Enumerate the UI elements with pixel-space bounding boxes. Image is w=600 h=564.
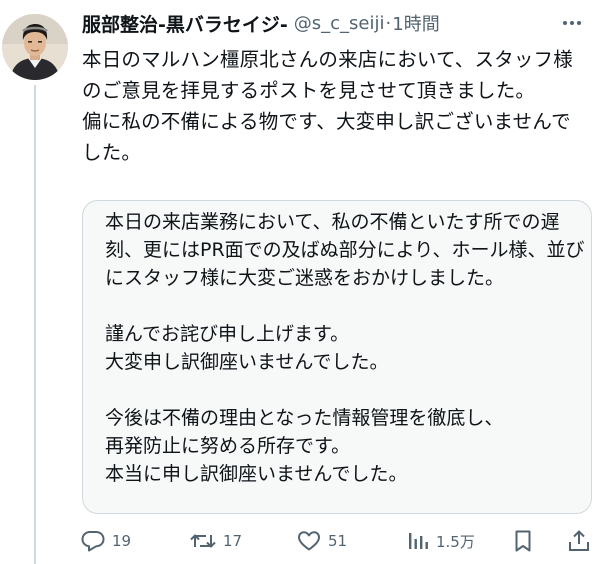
tweet-paragraph: 本日のマルハン橿原北さんの来店において、スタッフ様のご意見を拝見するポストを見さ…: [82, 48, 573, 102]
quote-text: 本日の来店業務において、私の不備といたす所での遅刻、更にはPR面での及ばぬ部分に…: [105, 208, 585, 488]
repost-icon: [190, 534, 216, 548]
bookmark-icon: [515, 530, 531, 552]
quote-line: 本日の来店業務において、私の不備といたす所での遅刻、更にはPR面での及ばぬ部分に…: [105, 211, 585, 289]
tweet-text: 本日のマルハン橿原北さんの来店において、スタッフ様のご意見を拝見するポストを見さ…: [82, 44, 590, 168]
views-icon: [409, 533, 428, 549]
action-bar: 19 17 51 1.5万: [80, 526, 592, 556]
reply-button[interactable]: 19: [80, 526, 131, 556]
view-count: 1.5万: [436, 532, 475, 551]
timestamp[interactable]: 1時間: [392, 10, 439, 36]
display-name[interactable]: 服部整治-黒バラセイジ-: [82, 10, 288, 37]
separator-dot: ·: [385, 12, 392, 34]
more-icon[interactable]: [557, 9, 587, 37]
quote-line: 大変申し訳御座いませんでした。: [105, 351, 389, 373]
quoted-text-card[interactable]: 本日の来店業務において、私の不備といたす所での遅刻、更にはPR面での及ばぬ部分に…: [82, 200, 592, 514]
repost-count: 17: [223, 532, 243, 550]
reply-count: 19: [112, 532, 132, 550]
avatar[interactable]: [2, 14, 68, 80]
share-button[interactable]: [566, 526, 592, 556]
reply-icon: [81, 531, 105, 552]
tweet-paragraph: 偏に私の不備による物です、大変申し訳ございませんでした。: [82, 110, 571, 164]
views-button[interactable]: 1.5万: [406, 526, 475, 556]
repost-button[interactable]: 17: [189, 526, 242, 556]
user-handle[interactable]: @s_c_seiji: [294, 13, 385, 34]
heart-icon: [298, 531, 320, 551]
quote-line: 本当に申し訳御座いませんでした。: [105, 463, 408, 485]
quote-line: 謹んでお詫び申し上げます。: [105, 323, 350, 345]
like-button[interactable]: 51: [296, 526, 347, 556]
bookmark-button[interactable]: [510, 526, 536, 556]
like-count: 51: [328, 532, 348, 550]
quote-line: 再発防止に努める所存です。: [105, 435, 351, 457]
quote-line: 今後は不備の理由となった情報管理を徹底し、: [105, 407, 504, 429]
share-icon: [569, 530, 589, 551]
thread-line: [34, 85, 36, 564]
tweet-header: 服部整治-黒バラセイジ- @s_c_seiji · 1時間: [82, 6, 587, 40]
